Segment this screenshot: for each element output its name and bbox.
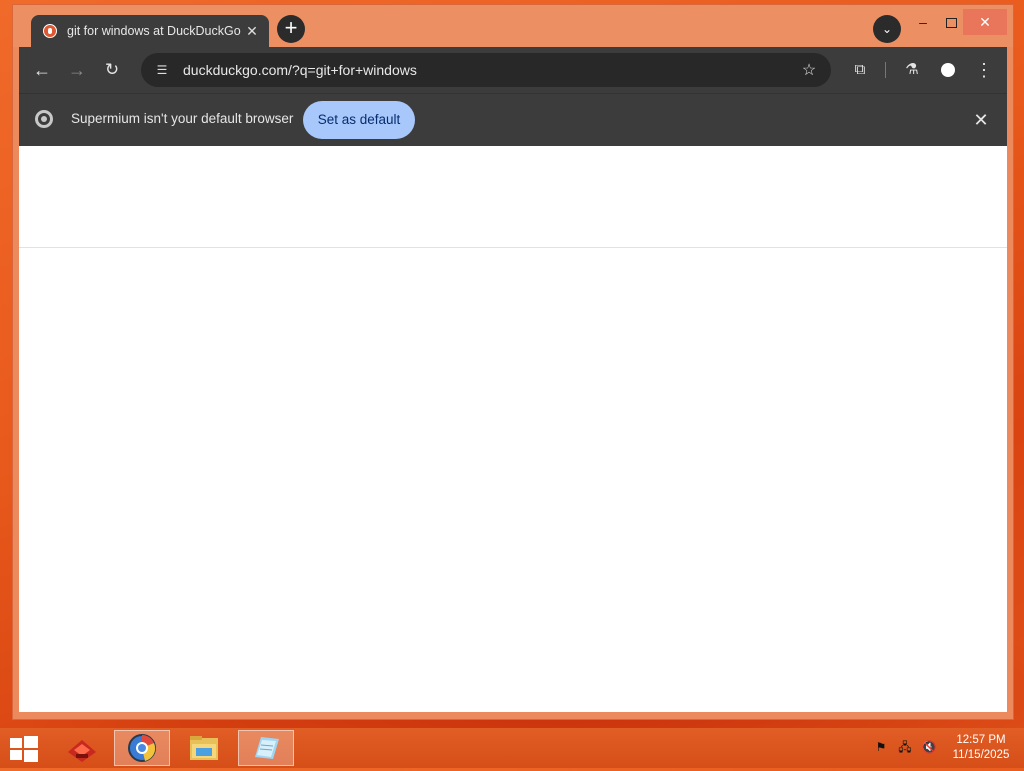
maximize-button[interactable] bbox=[937, 9, 965, 35]
bookmark-star-icon[interactable]: ☆ bbox=[797, 60, 821, 80]
network-icon[interactable]: 🖧 bbox=[896, 738, 914, 756]
maximize-icon bbox=[945, 18, 957, 29]
notepad-icon bbox=[255, 737, 279, 759]
site-info-icon[interactable]: ☰ bbox=[153, 61, 171, 79]
address-bar[interactable]: ☰ duckduckgo.com/?q=git+for+windows ☆ bbox=[141, 53, 831, 87]
infobar-close-icon[interactable]: ✕ bbox=[969, 108, 993, 132]
toolbar-divider bbox=[885, 62, 886, 78]
browser-window: git for windows at DuckDuckGo ✕ + ⌄ – ✕ … bbox=[12, 4, 1014, 720]
title-bar: git for windows at DuckDuckGo ✕ + ⌄ – ✕ bbox=[13, 5, 1013, 47]
action-center-icon[interactable]: ⚑ bbox=[872, 738, 890, 756]
profile-icon bbox=[941, 63, 955, 78]
infobar-message: Supermium isn't your default browser bbox=[71, 111, 294, 126]
xampp-icon bbox=[68, 740, 96, 762]
clock-date: 11/15/2025 bbox=[952, 749, 1010, 761]
duckduckgo-icon bbox=[43, 24, 57, 38]
extensions-button[interactable]: ⧉ bbox=[847, 57, 873, 83]
supermium-browser-icon bbox=[128, 734, 156, 762]
arrow-right-icon: → bbox=[68, 60, 86, 80]
tab-title: git for windows at DuckDuckGo bbox=[67, 24, 241, 38]
reload-button[interactable]: ↻ bbox=[99, 57, 125, 83]
puzzle-icon: ⧉ bbox=[854, 61, 866, 78]
reload-icon: ↻ bbox=[104, 60, 120, 79]
taskbar-clock[interactable]: 12:57 PM 11/15/2025 bbox=[946, 733, 1016, 763]
labs-button[interactable]: ⚗ bbox=[899, 57, 925, 83]
browser-toolbar: ← → ↻ ☰ duckduckgo.com/?q=git+for+window… bbox=[19, 47, 1007, 93]
tab-search-button[interactable]: ⌄ bbox=[873, 15, 901, 43]
default-browser-infobar: Supermium isn't your default browser Set… bbox=[19, 93, 1007, 146]
clock-time: 12:57 PM bbox=[956, 734, 1006, 746]
arrow-left-icon: ← bbox=[33, 60, 51, 80]
set-as-default-button[interactable]: Set as default bbox=[303, 101, 415, 139]
start-button[interactable] bbox=[10, 736, 38, 762]
profile-button[interactable] bbox=[935, 57, 961, 83]
url-text[interactable]: duckduckgo.com/?q=git+for+windows bbox=[183, 62, 797, 78]
browser-logo-icon bbox=[35, 110, 53, 128]
file-explorer-icon bbox=[190, 736, 218, 760]
new-tab-button[interactable]: + bbox=[277, 15, 305, 43]
flask-icon: ⚗ bbox=[905, 61, 919, 78]
taskbar-app-file-explorer[interactable] bbox=[176, 730, 232, 766]
taskbar-app-xampp[interactable] bbox=[54, 730, 110, 766]
more-vertical-icon: ⋮ bbox=[975, 60, 993, 80]
tab-duckduckgo[interactable]: git for windows at DuckDuckGo ✕ bbox=[31, 15, 269, 47]
volume-muted-icon[interactable]: 🔇 bbox=[920, 738, 938, 756]
chevron-down-icon: ⌄ bbox=[881, 22, 893, 36]
page-content[interactable] bbox=[19, 146, 1007, 712]
minimize-button[interactable]: – bbox=[909, 9, 937, 35]
menu-button[interactable]: ⋮ bbox=[971, 57, 997, 83]
tab-close-icon[interactable]: ✕ bbox=[241, 23, 263, 40]
taskbar: ⚑ 🖧 🔇 12:57 PM 11/15/2025 bbox=[0, 728, 1024, 768]
taskbar-app-browser[interactable] bbox=[114, 730, 170, 766]
forward-button[interactable]: → bbox=[64, 57, 90, 83]
content-divider bbox=[19, 247, 1007, 248]
taskbar-app-notepad[interactable] bbox=[238, 730, 294, 766]
close-window-button[interactable]: ✕ bbox=[963, 9, 1007, 35]
back-button[interactable]: ← bbox=[29, 57, 55, 83]
